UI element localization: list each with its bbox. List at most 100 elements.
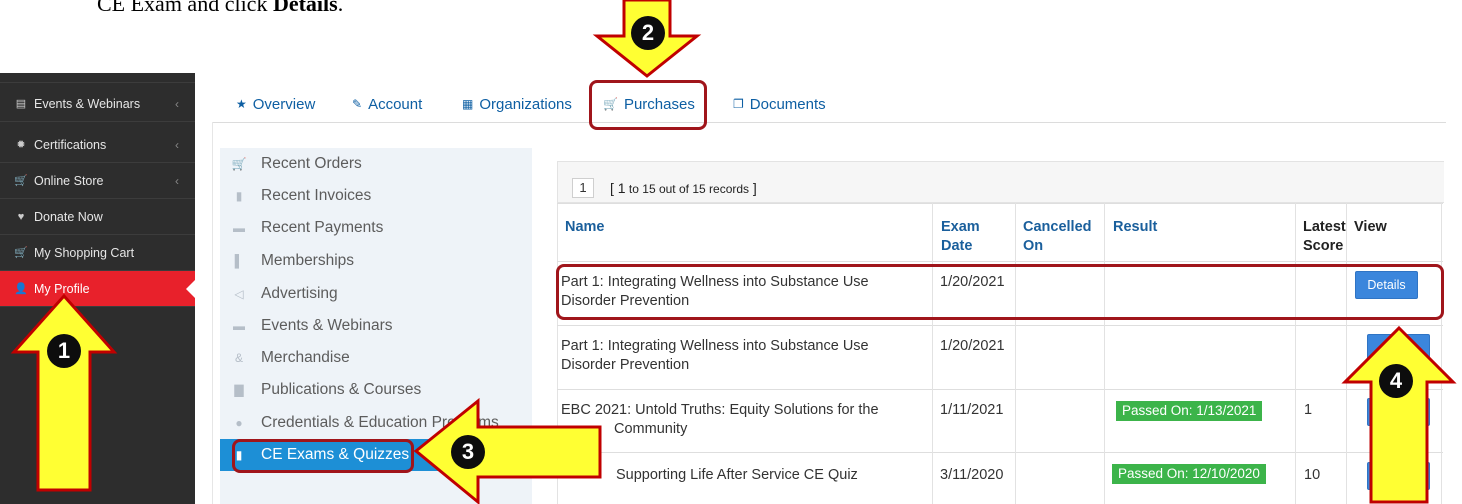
table-column-divider: [1015, 203, 1016, 504]
table-column-divider: [1441, 203, 1442, 504]
tab-purchases[interactable]: 🛒 Purchases: [603, 90, 695, 118]
sidebar-item-label: Certifications: [34, 137, 107, 152]
sidebar-item-my-shopping-cart[interactable]: 🛒 My Shopping Cart: [0, 235, 195, 271]
column-header-cancelled-on: Cancelled On: [1023, 218, 1092, 256]
submenu-item-label: CE Exams & Quizzes: [261, 446, 410, 463]
cell-exam-date: 3/11/2020: [940, 467, 1004, 483]
megaphone-icon: ◁: [234, 287, 244, 301]
step-number-badge: 1: [47, 334, 81, 368]
table-column-divider: [1295, 203, 1296, 504]
star-icon: ★: [236, 97, 247, 111]
sidebar-item-label: My Profile: [34, 281, 90, 296]
column-header-latest-score: Latest Score: [1303, 218, 1346, 256]
records-count-to: 15: [642, 182, 656, 196]
building-icon: ▦: [462, 97, 474, 111]
submenu-item-label: Recent Payments: [261, 219, 384, 236]
details-button[interactable]: [1367, 398, 1430, 426]
submenu-item-events-webinars[interactable]: ▬ Events & Webinars: [220, 310, 532, 342]
document-icon: ▮: [235, 448, 243, 462]
records-count-open: [: [610, 180, 618, 196]
submenu-item-memberships[interactable]: ▌ Memberships: [220, 245, 532, 277]
tab-label: Account: [368, 95, 423, 113]
records-count-close: ]: [749, 180, 757, 196]
submenu-item-credentials-education[interactable]: ● Credentials & Education Programs: [220, 407, 532, 439]
tab-documents[interactable]: ❐ Documents: [733, 90, 826, 118]
cart-icon: 🛒: [14, 175, 28, 187]
submenu-item-label: Recent Orders: [261, 155, 362, 172]
table-row-divider: [557, 389, 1443, 390]
passed-badge: Passed On: 12/10/2020: [1112, 464, 1266, 484]
cell-name: EBC 2021: Untold Truths: Equity Solution…: [561, 401, 879, 439]
column-header-result: Result: [1113, 219, 1158, 235]
column-header-view: View: [1354, 219, 1387, 235]
details-button[interactable]: [1367, 334, 1430, 362]
instruction-text: CE Exam and click Details.: [97, 0, 343, 17]
submenu-item-label: Publications & Courses: [261, 381, 422, 398]
table-row-divider: [557, 452, 1443, 453]
sidebar-item-my-profile[interactable]: 👤 My Profile: [0, 271, 195, 307]
tab-label: Overview: [252, 95, 316, 113]
submenu-item-recent-payments[interactable]: ▬ Recent Payments: [220, 212, 532, 244]
table-column-divider: [1104, 203, 1105, 504]
tab-label: Documents: [749, 95, 826, 113]
passed-badge: Passed On: 1/13/2021: [1116, 401, 1263, 421]
sidebar-item-events-webinars[interactable]: ▤ Events & Webinars ‹: [0, 86, 195, 122]
column-header-line: Score: [1303, 238, 1344, 254]
submenu-item-ce-exams-quizzes[interactable]: ▮ CE Exams & Quizzes: [220, 439, 532, 471]
sidebar-item-certifications[interactable]: ✹ Certifications ‹: [0, 127, 195, 163]
submenu-item-label: Merchandise: [261, 349, 350, 366]
instruction-text-end: .: [337, 0, 344, 16]
submenu-item-advertising[interactable]: ◁ Advertising: [220, 278, 532, 310]
bookmark-icon: ▌: [234, 254, 244, 268]
certificate-icon: ●: [235, 416, 243, 430]
column-header-line: Exam: [941, 219, 980, 235]
records-toolbar: 1 [ 1 to 15 out of 15 records ]: [558, 161, 1444, 203]
sidebar-item-online-store[interactable]: 🛒 Online Store ‹: [0, 163, 195, 199]
page-number-button[interactable]: 1: [572, 178, 594, 198]
column-header-line: Date: [941, 238, 973, 254]
chevron-left-icon: ‹: [175, 137, 179, 152]
details-button[interactable]: Details: [1355, 271, 1418, 299]
submenu-item-recent-orders[interactable]: 🛒 Recent Orders: [220, 148, 532, 180]
tabs-divider: [212, 122, 1446, 123]
tab-label: Organizations: [479, 95, 572, 113]
sidebar-item-label: Events & Webinars: [34, 96, 141, 111]
submenu-item-recent-invoices[interactable]: ▮ Recent Invoices: [220, 180, 532, 212]
cell-name-line: Disorder Prevention: [561, 357, 690, 373]
step-number-badge: 4: [1379, 364, 1413, 398]
submenu-item-label: Credentials & Education Programs: [261, 414, 499, 431]
sidebar-item-donate-now[interactable]: ♥ Donate Now: [0, 199, 195, 235]
cart-icon: 🛒: [603, 97, 618, 111]
tab-organizations[interactable]: ▦ Organizations: [462, 90, 572, 118]
instruction-text-lead: CE Exam and click: [97, 0, 273, 16]
cart-icon: 🛒: [231, 157, 247, 171]
tab-label: Purchases: [623, 95, 695, 113]
column-header-name: Name: [565, 219, 605, 235]
submenu-item-merchandise[interactable]: & Merchandise: [220, 342, 532, 374]
cell-exam-date: 1/20/2021: [940, 338, 1005, 354]
cell-name-line: Part 1: Integrating Wellness into Substa…: [561, 338, 869, 354]
certificate-icon: ✹: [16, 139, 26, 151]
cell-latest-score: 1: [1304, 402, 1313, 418]
table-row-divider: [557, 261, 1443, 262]
details-button[interactable]: [1367, 462, 1430, 490]
instruction-bold-word: Details: [272, 0, 338, 16]
book-icon: ▇: [234, 383, 244, 397]
table-column-divider: [932, 203, 933, 504]
column-header-line: Cancelled: [1023, 219, 1092, 235]
tab-overview[interactable]: ★ Overview: [236, 90, 315, 118]
heart-icon: ♥: [17, 210, 25, 223]
chevron-left-icon: ‹: [175, 173, 179, 188]
records-count-records: records: [705, 182, 750, 196]
tab-account[interactable]: ✎ Account: [352, 90, 422, 118]
cell-name: Part 1: Integrating Wellness into Substa…: [561, 273, 869, 311]
submenu-item-publications-courses[interactable]: ▇ Publications & Courses: [220, 374, 532, 406]
records-count-from: 1: [617, 180, 626, 196]
documents-icon: ❐: [733, 97, 744, 111]
column-header-line: On: [1023, 238, 1044, 254]
cell-exam-date: 1/11/2021: [940, 402, 1004, 418]
records-count-total: 15: [692, 182, 706, 196]
cell-name: Supporting Life After Service CE Quiz: [616, 467, 858, 483]
submenu-item-label: Memberships: [261, 252, 355, 269]
table-column-divider: [1346, 203, 1347, 504]
